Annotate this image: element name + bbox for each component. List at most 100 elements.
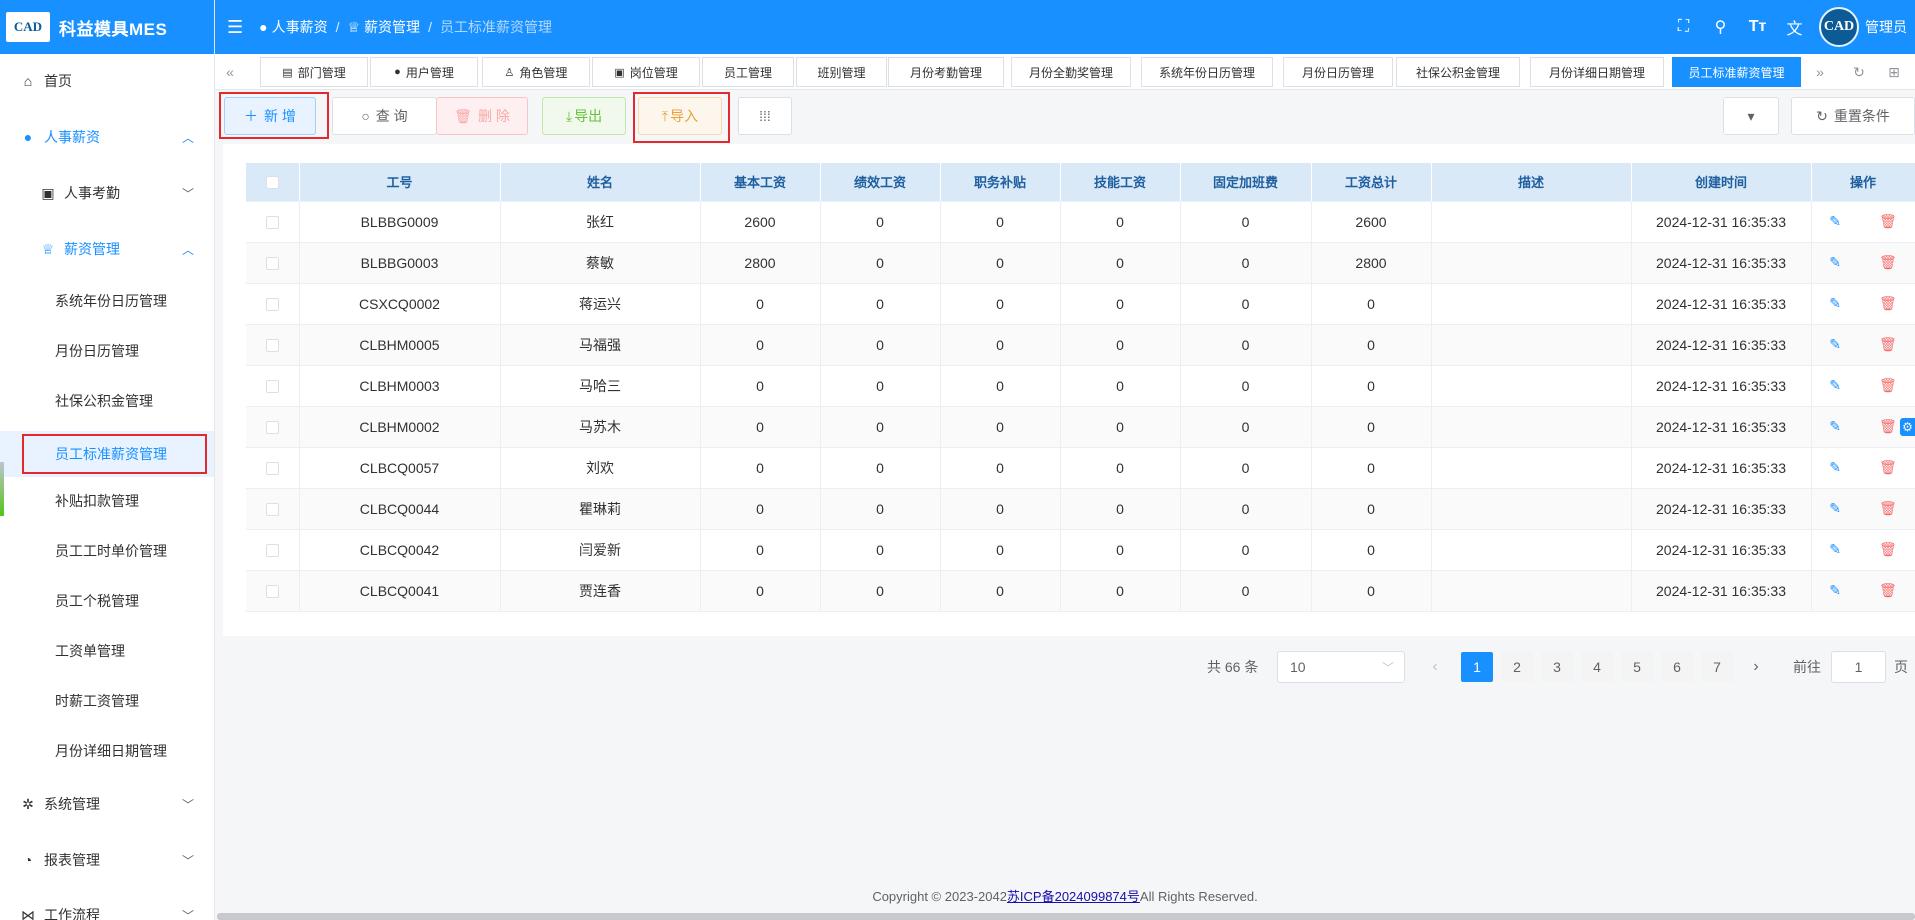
row-checkbox[interactable] <box>246 570 300 612</box>
next-page-button[interactable]: › <box>1741 652 1771 682</box>
edit-icon[interactable]: ✎ <box>1829 377 1841 393</box>
table-row[interactable]: CLBCQ0041 贾连香 0 0 0 0 0 0 2024-12-31 16:35:33 ✎ 🗑 <box>246 570 1915 612</box>
sidebar-item-payslip[interactable]: 工资单管理 <box>0 631 214 671</box>
scroll-right-icon[interactable]: » <box>1805 54 1835 90</box>
horizontal-scrollbar[interactable] <box>217 913 1915 920</box>
delete-icon[interactable]: 🗑 <box>1879 541 1897 557</box>
delete-icon[interactable]: 🗑 <box>1879 336 1897 352</box>
export-button[interactable]: ⤓ 导出 <box>542 97 626 135</box>
row-checkbox[interactable] <box>246 447 300 489</box>
tab-year-calendar[interactable]: 系统年份日历管理 <box>1141 57 1273 87</box>
sidebar-item-attendance[interactable]: ▣ 人事考勤 ﹀ <box>0 172 214 214</box>
sidebar-item-reports[interactable]: ◔ 报表管理 ﹀ <box>0 839 214 881</box>
tab-user[interactable]: ● 用户管理 <box>370 57 478 87</box>
table-row[interactable]: CLBHM0002 马苏木 0 0 0 0 0 0 2024-12-31 16:35:33 ✎ 🗑 <box>246 406 1915 448</box>
table-row[interactable]: CLBCQ0057 刘欢 0 0 0 0 0 0 2024-12-31 16:35:33 ✎ 🗑 <box>246 447 1915 489</box>
settings-float-icon[interactable]: ⚙ <box>1900 418 1915 436</box>
table-row[interactable]: CSXCQ0002 蒋运兴 0 0 0 0 0 0 2024-12-31 16:35:33 ✎ 🗑 <box>246 283 1915 325</box>
reset-button[interactable]: ↻ 重置条件 <box>1791 97 1915 135</box>
edit-icon[interactable]: ✎ <box>1829 213 1841 229</box>
select-all-checkbox[interactable] <box>246 163 300 202</box>
edit-icon[interactable]: ✎ <box>1829 336 1841 352</box>
edit-icon[interactable]: ✎ <box>1829 582 1841 598</box>
page-button[interactable]: 2 <box>1501 652 1533 682</box>
sidebar-item-month-detail[interactable]: 月份详细日期管理 <box>0 731 214 771</box>
page-button[interactable]: 3 <box>1541 652 1573 682</box>
table-row[interactable]: CLBHM0003 马哈三 0 0 0 0 0 0 2024-12-31 16:35:33 ✎ 🗑 <box>246 365 1915 407</box>
row-checkbox[interactable] <box>246 488 300 530</box>
tab-employee[interactable]: 员工管理 <box>702 57 794 87</box>
translate-icon[interactable]: 文 <box>1776 15 1813 39</box>
edit-icon[interactable]: ✎ <box>1829 418 1841 434</box>
prev-page-button[interactable]: ‹ <box>1420 652 1450 682</box>
sidebar-item-year-calendar[interactable]: 系统年份日历管理 <box>0 281 214 321</box>
delete-icon[interactable]: 🗑 <box>1879 377 1897 393</box>
column-settings-button[interactable]: ⁞⁞⁞ <box>738 97 792 135</box>
query-button[interactable]: ○ 查 询 <box>332 97 437 135</box>
sidebar-item-month-calendar[interactable]: 月份日历管理 <box>0 331 214 371</box>
avatar[interactable]: CAD <box>1819 7 1859 47</box>
sidebar-item-salary-management[interactable]: ♕ 薪资管理 ︿ <box>0 228 214 270</box>
delete-icon[interactable]: 🗑 <box>1879 254 1897 270</box>
sidebar-item-system[interactable]: ✲ 系统管理 ﹀ <box>0 783 214 825</box>
page-size-select[interactable]: 10 ﹀ <box>1277 651 1405 683</box>
edit-icon[interactable]: ✎ <box>1829 541 1841 557</box>
row-checkbox[interactable] <box>246 529 300 571</box>
tab-standard-salary[interactable]: 员工标准薪资管理 <box>1672 57 1801 87</box>
breadcrumb-item[interactable]: 人事薪资 <box>272 17 328 37</box>
tab-social-security[interactable]: 社保公积金管理 <box>1396 57 1520 87</box>
edit-icon[interactable]: ✎ <box>1829 295 1841 311</box>
row-checkbox[interactable] <box>246 283 300 325</box>
delete-icon[interactable]: 🗑 <box>1879 500 1897 516</box>
search-icon[interactable]: ⚲ <box>1702 17 1739 37</box>
row-checkbox[interactable] <box>246 324 300 366</box>
username[interactable]: 管理员 <box>1865 17 1907 37</box>
refresh-icon[interactable]: ↻ <box>1844 54 1874 90</box>
tab-shift[interactable]: 班别管理 <box>796 57 887 87</box>
icp-link[interactable]: 苏ICP备2024099874号 <box>1007 889 1140 904</box>
menu-toggle-icon[interactable]: ☰ <box>227 17 243 38</box>
scroll-left-icon[interactable]: « <box>215 54 245 90</box>
table-row[interactable]: BLBBG0003 蔡敏 2800 0 0 0 0 2800 2024-12-31 16:35:… <box>246 242 1915 284</box>
delete-icon[interactable]: 🗑 <box>1879 295 1897 311</box>
row-checkbox[interactable] <box>246 201 300 243</box>
delete-button[interactable]: 🗑 删 除 <box>436 97 528 135</box>
sidebar-item-social-security[interactable]: 社保公积金管理 <box>0 381 214 421</box>
table-row[interactable]: BLBBG0009 张红 2600 0 0 0 0 2600 2024-12-31 16:35:… <box>246 201 1915 243</box>
page-button[interactable]: 6 <box>1661 652 1693 682</box>
tab-month-calendar[interactable]: 月份日历管理 <box>1283 57 1393 87</box>
row-checkbox[interactable] <box>246 365 300 407</box>
table-row[interactable]: CLBCQ0044 瞿琳莉 0 0 0 0 0 0 2024-12-31 16:35:33 ✎ 🗑 <box>246 488 1915 530</box>
delete-icon[interactable]: 🗑 <box>1879 418 1897 434</box>
sidebar-item-workflow[interactable]: ⋈ 工作流程 ﹀ <box>0 894 214 920</box>
delete-icon[interactable]: 🗑 <box>1879 582 1897 598</box>
font-size-icon[interactable]: Tт <box>1739 18 1776 36</box>
page-button[interactable]: 7 <box>1701 652 1733 682</box>
edit-icon[interactable]: ✎ <box>1829 500 1841 516</box>
sidebar-item-allowance[interactable]: 补贴扣款管理 <box>0 481 214 521</box>
delete-icon[interactable]: 🗑 <box>1879 459 1897 475</box>
sidebar-item-hr-salary[interactable]: ● 人事薪资 ︿ <box>0 116 214 158</box>
delete-icon[interactable]: 🗑 <box>1879 213 1897 229</box>
grid-menu-icon[interactable]: ⊞ <box>1879 54 1909 90</box>
tab-post[interactable]: ▣ 岗位管理 <box>592 57 700 87</box>
sidebar-item-hourly-wage[interactable]: 时薪工资管理 <box>0 681 214 721</box>
row-checkbox[interactable] <box>246 406 300 448</box>
sidebar-item-hourly-price[interactable]: 员工工时单价管理 <box>0 531 214 571</box>
goto-page-input[interactable]: 1 <box>1831 651 1886 683</box>
edit-icon[interactable]: ✎ <box>1829 459 1841 475</box>
tab-department[interactable]: ▤ 部门管理 <box>260 57 368 87</box>
expand-filter-button[interactable]: ▾ <box>1723 97 1779 135</box>
page-button[interactable]: 5 <box>1621 652 1653 682</box>
tab-month-attendance[interactable]: 月份考勤管理 <box>888 57 1004 87</box>
page-button[interactable]: 4 <box>1581 652 1613 682</box>
tab-month-detail[interactable]: 月份详细日期管理 <box>1530 57 1664 87</box>
fullscreen-icon[interactable]: ⛶ <box>1665 18 1702 36</box>
page-button[interactable]: 1 <box>1461 652 1493 682</box>
sidebar-item-income-tax[interactable]: 员工个税管理 <box>0 581 214 621</box>
row-checkbox[interactable] <box>246 242 300 284</box>
tab-role[interactable]: ♙ 角色管理 <box>482 57 590 87</box>
table-row[interactable]: CLBHM0005 马福强 0 0 0 0 0 0 2024-12-31 16:35:33 ✎ 🗑 <box>246 324 1915 366</box>
tab-full-attendance[interactable]: 月份全勤奖管理 <box>1011 57 1131 87</box>
breadcrumb-item[interactable]: 薪资管理 <box>364 17 420 37</box>
